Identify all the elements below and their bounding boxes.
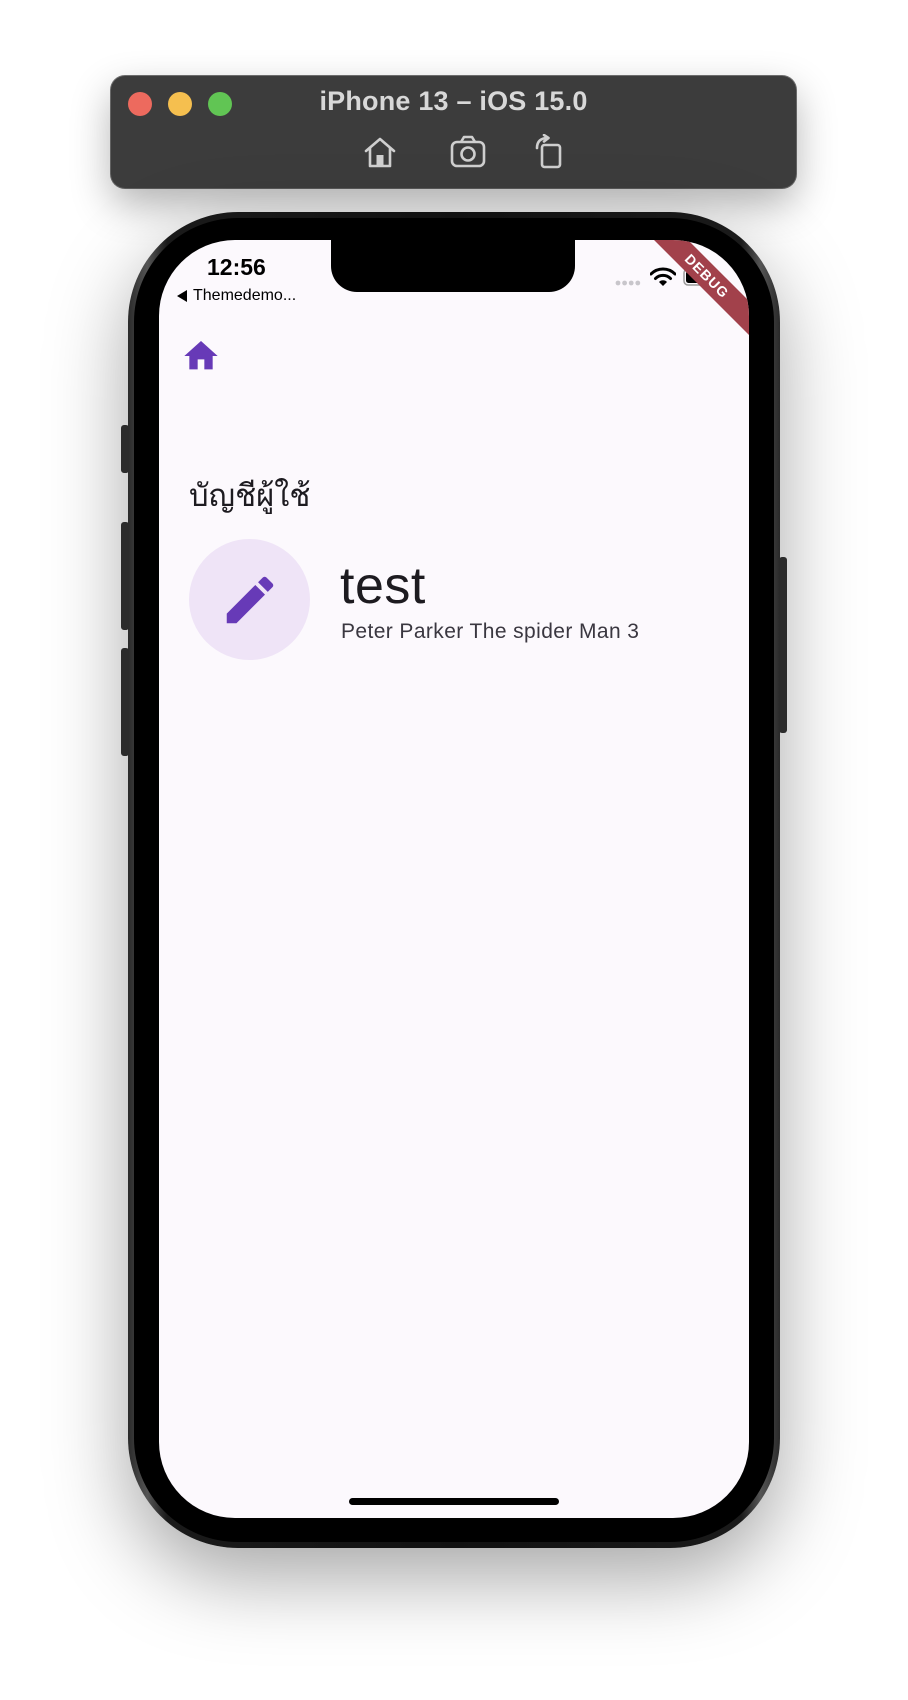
power-button [779, 557, 787, 733]
home-icon[interactable] [181, 336, 221, 376]
wifi-icon [650, 267, 676, 286]
page-title: บัญชีผู้ใช้ [189, 478, 311, 513]
account-subtitle: Peter Parker The spider Man 3 [341, 620, 640, 643]
simulator-title: iPhone 13 – iOS 15.0 [319, 86, 588, 116]
back-to-app-link[interactable]: Themedemo... [177, 287, 296, 305]
status-time: 12:56 [207, 254, 266, 280]
notch [331, 240, 575, 292]
edit-pencil-icon [226, 576, 274, 624]
simulator-rotate-button[interactable] [529, 134, 569, 170]
rotate-icon [535, 134, 562, 169]
cellular-signal-icon [615, 280, 641, 286]
home-indicator[interactable] [349, 1498, 559, 1505]
screenshot-icon [450, 135, 486, 168]
edit-profile-avatar-button[interactable] [189, 539, 310, 660]
home-icon [364, 137, 396, 168]
back-arrow-icon [177, 290, 187, 302]
device-screen: 12:56 Themedemo... DEBUG บัญชีผู้ใช้ tes… [159, 240, 749, 1518]
simulator-home-button[interactable] [360, 134, 400, 170]
simulator-screenshot-button[interactable] [448, 134, 488, 170]
back-app-label: Themedemo... [193, 287, 297, 304]
account-name: test [340, 557, 426, 615]
